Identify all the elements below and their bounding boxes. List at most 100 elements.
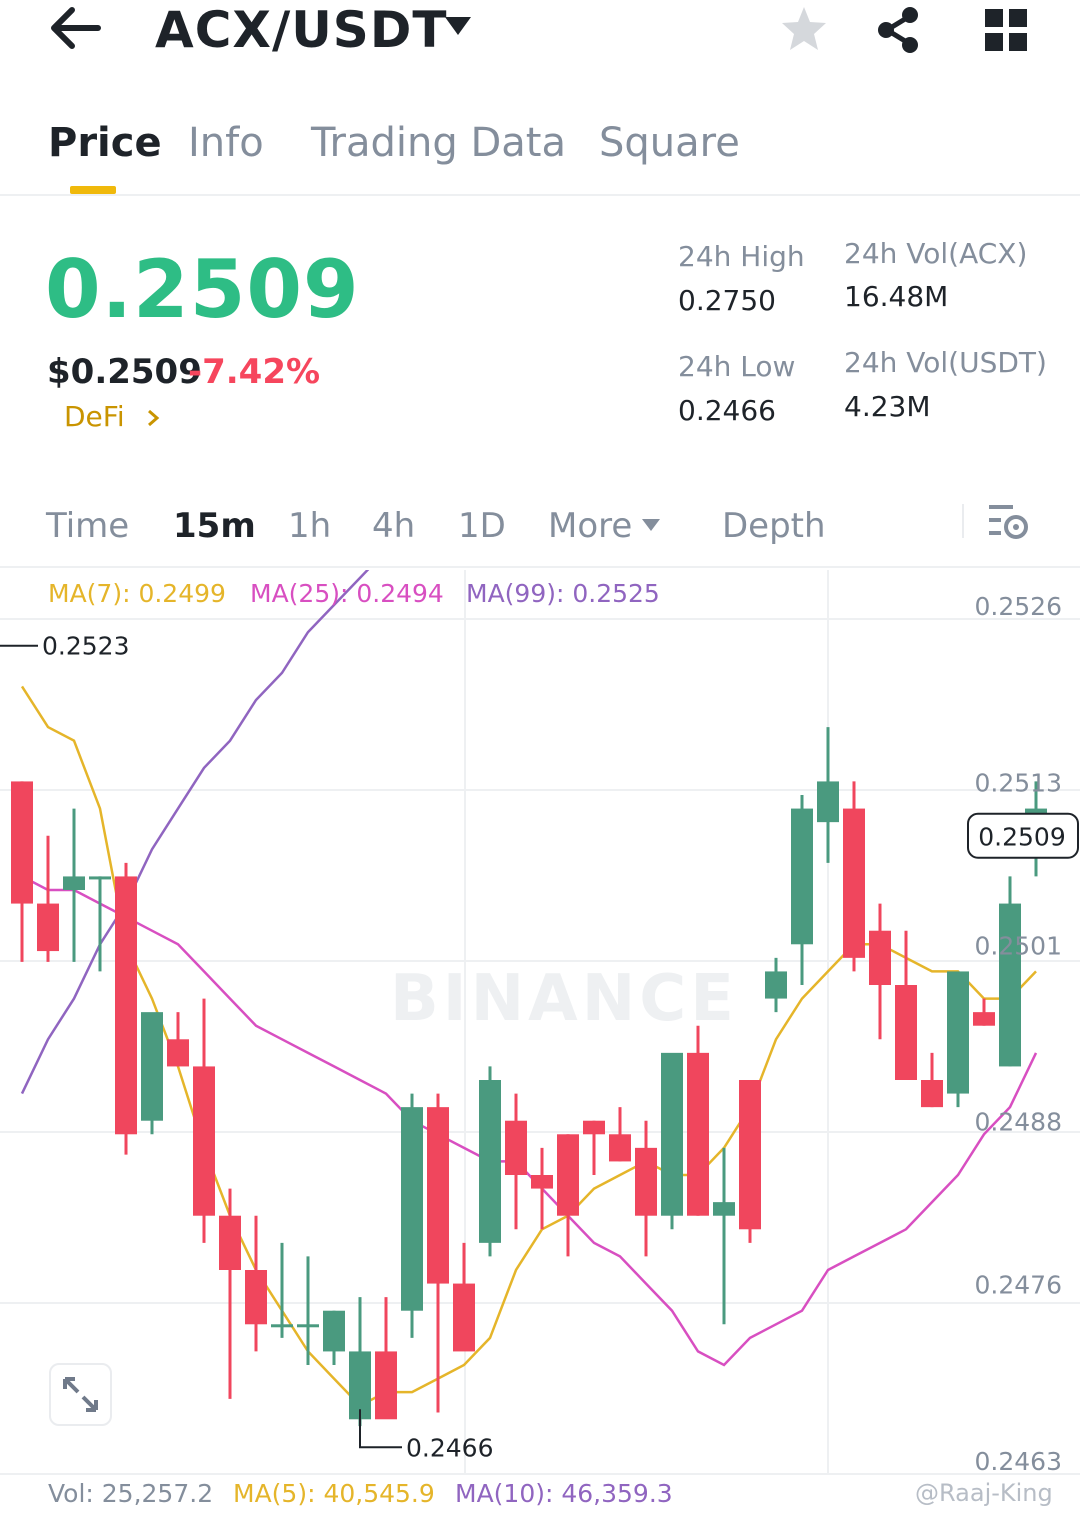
candle [115, 862, 137, 1155]
vol-quote-value: 4.23M [844, 390, 931, 423]
candle [713, 1147, 735, 1325]
vol-base-value: 16.48M [844, 280, 949, 313]
price-change-percent: -7.42% [188, 352, 321, 392]
candle [37, 835, 59, 962]
candle [921, 1052, 943, 1108]
y-tick-label: 0.2526 [975, 592, 1062, 621]
volume-legend: Vol: 25,257.2 [48, 1479, 214, 1508]
candle-body [245, 1270, 267, 1325]
candle [349, 1297, 371, 1427]
candle-body [609, 1134, 631, 1162]
category-tag[interactable]: DeFi [64, 400, 125, 434]
tab-trading-data[interactable]: Trading Data [311, 118, 566, 168]
candle [427, 1093, 449, 1413]
interval-1d[interactable]: 1D [458, 504, 506, 548]
share-icon[interactable] [872, 2, 928, 58]
candle-body [89, 876, 111, 880]
tab-info[interactable]: Info [188, 118, 264, 168]
candle [219, 1188, 241, 1399]
candle [245, 1215, 267, 1352]
high-24h-value: 0.2750 [678, 284, 776, 317]
candle-body [375, 1351, 397, 1420]
candle [635, 1120, 657, 1257]
candle [765, 957, 787, 1013]
tab-square[interactable]: Square [599, 118, 740, 168]
candle-body [973, 1012, 995, 1026]
chevron-right-icon[interactable] [145, 408, 161, 428]
candle-body [193, 1066, 215, 1216]
candle [167, 1012, 189, 1067]
candle [557, 1134, 579, 1257]
interval-bar: Time 15m 1h 4h 1D More Depth [0, 496, 1080, 568]
interval-15m[interactable]: 15m [173, 504, 256, 548]
y-tick-label: 0.2463 [975, 1447, 1062, 1475]
candle-body [557, 1134, 579, 1216]
candle [323, 1310, 345, 1365]
candle-body [947, 971, 969, 1094]
candle [11, 781, 33, 962]
interval-more[interactable]: More [548, 504, 632, 548]
grid-icon[interactable] [978, 2, 1034, 58]
candle [947, 971, 969, 1108]
candle [661, 1052, 683, 1230]
back-arrow-icon[interactable] [50, 6, 102, 50]
candle-body [63, 876, 85, 890]
tab-price[interactable]: Price [48, 118, 162, 168]
caret-down-icon[interactable] [443, 15, 473, 37]
candle [817, 727, 839, 863]
low-24h-value: 0.2466 [678, 394, 776, 427]
interval-4h[interactable]: 4h [372, 504, 415, 548]
candle-body [869, 930, 891, 985]
candle [973, 998, 995, 1026]
candle-body [895, 985, 917, 1080]
pair-title[interactable]: ACX/USDT [155, 0, 447, 60]
last-price: 0.2509 [45, 243, 360, 336]
max-price-label: 0.2523 [42, 632, 129, 661]
candle-body [999, 903, 1021, 1067]
candle-body [297, 1324, 319, 1328]
y-tick-label: 0.2488 [975, 1108, 1062, 1137]
low-24h-label: 24h Low [678, 350, 796, 383]
fullscreen-button[interactable] [49, 1363, 112, 1426]
candle-body [427, 1107, 449, 1284]
candle-body [583, 1120, 605, 1135]
interval-time[interactable]: Time [46, 504, 129, 548]
chart-settings-icon[interactable] [986, 502, 1030, 542]
candle-body [219, 1215, 241, 1270]
candles [11, 727, 1047, 1427]
y-tick-label: 0.2501 [975, 931, 1062, 960]
candle-body [37, 903, 59, 952]
y-tick-label: 0.2476 [975, 1271, 1062, 1300]
interval-depth[interactable]: Depth [722, 504, 826, 548]
candle-body [921, 1080, 943, 1108]
candle [375, 1297, 397, 1420]
candle-body [401, 1107, 423, 1311]
usd-price: $0.2509 [47, 352, 202, 392]
high-low-markers: 0.2523 0.2466 [0, 632, 493, 1462]
candle [583, 1120, 605, 1175]
candle-body [141, 1012, 163, 1121]
credit-watermark: @Raaj-King [915, 1479, 1053, 1507]
ma25-legend: MA(25): 0.2494 [250, 579, 444, 608]
active-tab-indicator [70, 186, 116, 194]
ma99-legend: MA(99): 0.2525 [466, 579, 660, 608]
interval-1h[interactable]: 1h [288, 504, 331, 548]
candle-body [531, 1175, 553, 1189]
candle-body [323, 1310, 345, 1352]
star-icon[interactable] [776, 2, 832, 58]
chart-watermark: BINANCE [390, 962, 738, 1036]
candle-body [817, 781, 839, 823]
divider [962, 504, 964, 538]
candle-body [843, 808, 865, 958]
ma7-legend: MA(7): 0.2499 [48, 579, 226, 608]
vol-quote-label: 24h Vol(USDT) [844, 346, 1047, 379]
candle-body [505, 1120, 527, 1175]
min-price-label: 0.2466 [406, 1433, 493, 1462]
candle-body [167, 1039, 189, 1067]
candle [687, 1025, 709, 1216]
candle [739, 1080, 761, 1243]
top-bar: ACX/USDT [0, 0, 1080, 80]
caret-down-icon[interactable] [641, 518, 661, 532]
candlestick-chart[interactable]: BINANCE 0.2526 0.2513 0.2501 0.2488 0.2476 0.… [0, 570, 1080, 1475]
candle [869, 903, 891, 1040]
